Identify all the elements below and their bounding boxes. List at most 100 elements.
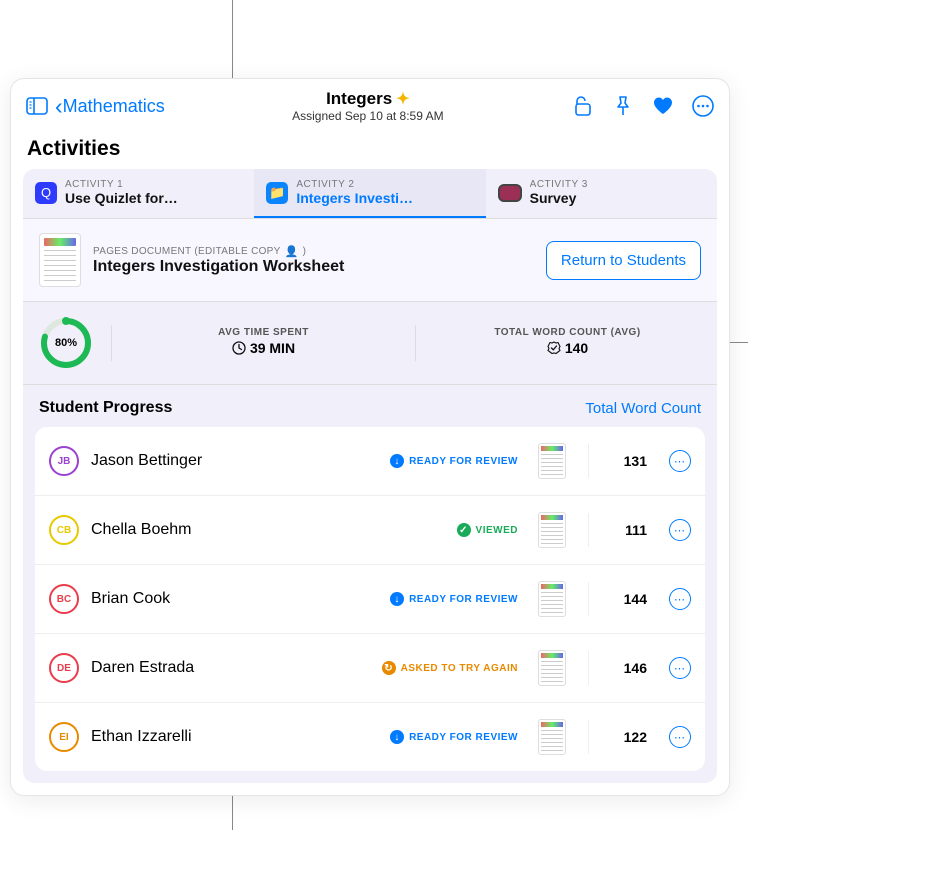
document-row: PAGES DOCUMENT (EDITABLE COPY 👤) Integer… xyxy=(23,219,717,302)
student-name: Chella Boehm xyxy=(91,521,445,539)
divider xyxy=(588,513,589,547)
doc-caption-suffix: ) xyxy=(303,246,307,257)
clock-icon xyxy=(232,341,246,355)
student-status: ↓ READY FOR REVIEW xyxy=(390,454,518,468)
divider xyxy=(415,325,416,361)
document-thumbnail[interactable] xyxy=(39,233,81,287)
student-status: ✓ VIEWED xyxy=(457,523,518,537)
divider xyxy=(588,720,589,754)
student-status: ↓ READY FOR REVIEW xyxy=(390,592,518,606)
navbar: ‹ Mathematics Integers ✦ Assigned Sep 10… xyxy=(11,79,729,127)
activity-tab-icon: 📁 xyxy=(266,182,288,204)
submission-thumbnail[interactable] xyxy=(538,581,566,617)
row-more-button[interactable]: ⋯ xyxy=(669,726,691,748)
student-avatar: CB xyxy=(49,515,79,545)
word-count-cell: 146 xyxy=(611,660,647,676)
divider xyxy=(111,325,112,361)
status-text: ASKED TO TRY AGAIN xyxy=(401,663,518,674)
sidebar-toggle-icon[interactable] xyxy=(25,94,49,118)
word-count-cell: 111 xyxy=(611,522,647,538)
title-text: Integers xyxy=(326,89,392,109)
progress-title: Student Progress xyxy=(39,399,172,417)
student-avatar: DE xyxy=(49,653,79,683)
student-status: ↓ READY FOR REVIEW xyxy=(390,730,518,744)
student-row[interactable]: EI Ethan Izzarelli ↓ READY FOR REVIEW 12… xyxy=(35,703,705,771)
document-title: Integers Investigation Worksheet xyxy=(93,258,344,276)
student-row[interactable]: DE Daren Estrada ↻ ASKED TO TRY AGAIN 14… xyxy=(35,634,705,703)
app-window: ‹ Mathematics Integers ✦ Assigned Sep 10… xyxy=(10,78,730,796)
return-to-students-button[interactable]: Return to Students xyxy=(546,241,701,280)
student-row[interactable]: BC Brian Cook ↓ READY FOR REVIEW 144 ⋯ xyxy=(35,565,705,634)
status-icon: ↻ xyxy=(382,661,396,675)
sparkle-icon: ✦ xyxy=(396,89,409,109)
student-name: Ethan Izzarelli xyxy=(91,728,378,746)
page-subtitle: Assigned Sep 10 at 8:59 AM xyxy=(165,109,571,123)
submission-thumbnail[interactable] xyxy=(538,512,566,548)
word-count-stat: TOTAL WORD COUNT (AVG) 140 xyxy=(434,327,701,360)
student-status: ↻ ASKED TO TRY AGAIN xyxy=(382,661,518,675)
row-more-button[interactable]: ⋯ xyxy=(669,588,691,610)
submission-thumbnail[interactable] xyxy=(538,719,566,755)
word-count-cell: 144 xyxy=(611,591,647,607)
lock-open-icon[interactable] xyxy=(571,94,595,118)
word-count-caption: TOTAL WORD COUNT (AVG) xyxy=(434,327,701,338)
section-title: Activities xyxy=(11,127,729,169)
person-icon: 👤 xyxy=(285,245,299,258)
activity-tab-1[interactable]: Q ACTIVITY 1 Use Quizlet for… xyxy=(23,169,254,218)
document-caption: PAGES DOCUMENT (EDITABLE COPY 👤) xyxy=(93,245,344,258)
student-list: JB Jason Bettinger ↓ READY FOR REVIEW 13… xyxy=(35,427,705,771)
activity-tab-2[interactable]: 📁 ACTIVITY 2 Integers Investi… xyxy=(254,169,485,218)
badge-icon xyxy=(547,341,561,355)
word-count-value: 140 xyxy=(547,340,588,356)
activity-tab-3[interactable]: ACTIVITY 3 Survey xyxy=(486,169,717,218)
completion-percent: 80% xyxy=(55,337,77,349)
activity-caption: ACTIVITY 2 xyxy=(296,179,413,190)
row-more-button[interactable]: ⋯ xyxy=(669,519,691,541)
status-text: READY FOR REVIEW xyxy=(409,594,518,605)
student-row[interactable]: CB Chella Boehm ✓ VIEWED 111 ⋯ xyxy=(35,496,705,565)
activity-label: Integers Investi… xyxy=(296,190,413,206)
avg-time-text: 39 MIN xyxy=(250,340,295,356)
activity-tab-icon xyxy=(498,184,522,202)
submission-thumbnail[interactable] xyxy=(538,443,566,479)
progress-sort-link[interactable]: Total Word Count xyxy=(585,400,701,417)
pin-icon[interactable] xyxy=(611,94,635,118)
activity-tab-icon: Q xyxy=(35,182,57,204)
back-button[interactable]: ‹ Mathematics xyxy=(55,95,165,118)
activity-label: Survey xyxy=(530,190,588,206)
student-row[interactable]: JB Jason Bettinger ↓ READY FOR REVIEW 13… xyxy=(35,427,705,496)
stats-row: 80% AVG TIME SPENT 39 MIN TOTAL WORD COU… xyxy=(23,302,717,385)
navbar-right xyxy=(571,94,715,118)
student-name: Jason Bettinger xyxy=(91,452,378,470)
page-title: Integers ✦ xyxy=(326,89,410,109)
word-count-cell: 122 xyxy=(611,729,647,745)
activity-caption: ACTIVITY 3 xyxy=(530,179,588,190)
student-name: Daren Estrada xyxy=(91,659,370,677)
row-more-button[interactable]: ⋯ xyxy=(669,657,691,679)
progress-header: Student Progress Total Word Count xyxy=(23,385,717,427)
more-menu-icon[interactable] xyxy=(691,94,715,118)
status-icon: ↓ xyxy=(390,592,404,606)
navbar-left: ‹ Mathematics xyxy=(25,94,165,118)
student-avatar: JB xyxy=(49,446,79,476)
completion-donut: 80% xyxy=(39,316,93,370)
word-count-cell: 131 xyxy=(611,453,647,469)
row-more-button[interactable]: ⋯ xyxy=(669,450,691,472)
chevron-left-icon: ‹ xyxy=(55,95,63,118)
avg-time-stat: AVG TIME SPENT 39 MIN xyxy=(130,327,397,360)
divider xyxy=(588,651,589,685)
activities-panel: Q ACTIVITY 1 Use Quizlet for… 📁 ACTIVITY… xyxy=(23,169,717,783)
document-info: PAGES DOCUMENT (EDITABLE COPY 👤) Integer… xyxy=(39,233,344,287)
status-text: VIEWED xyxy=(476,525,518,536)
activity-caption: ACTIVITY 1 xyxy=(65,179,178,190)
status-icon: ✓ xyxy=(457,523,471,537)
word-count-text: 140 xyxy=(565,340,588,356)
status-text: READY FOR REVIEW xyxy=(409,732,518,743)
activity-label: Use Quizlet for… xyxy=(65,190,178,206)
divider xyxy=(588,444,589,478)
back-label: Mathematics xyxy=(63,96,165,117)
heart-icon[interactable] xyxy=(651,94,675,118)
activity-tabs: Q ACTIVITY 1 Use Quizlet for… 📁 ACTIVITY… xyxy=(23,169,717,219)
avg-time-value: 39 MIN xyxy=(232,340,295,356)
submission-thumbnail[interactable] xyxy=(538,650,566,686)
